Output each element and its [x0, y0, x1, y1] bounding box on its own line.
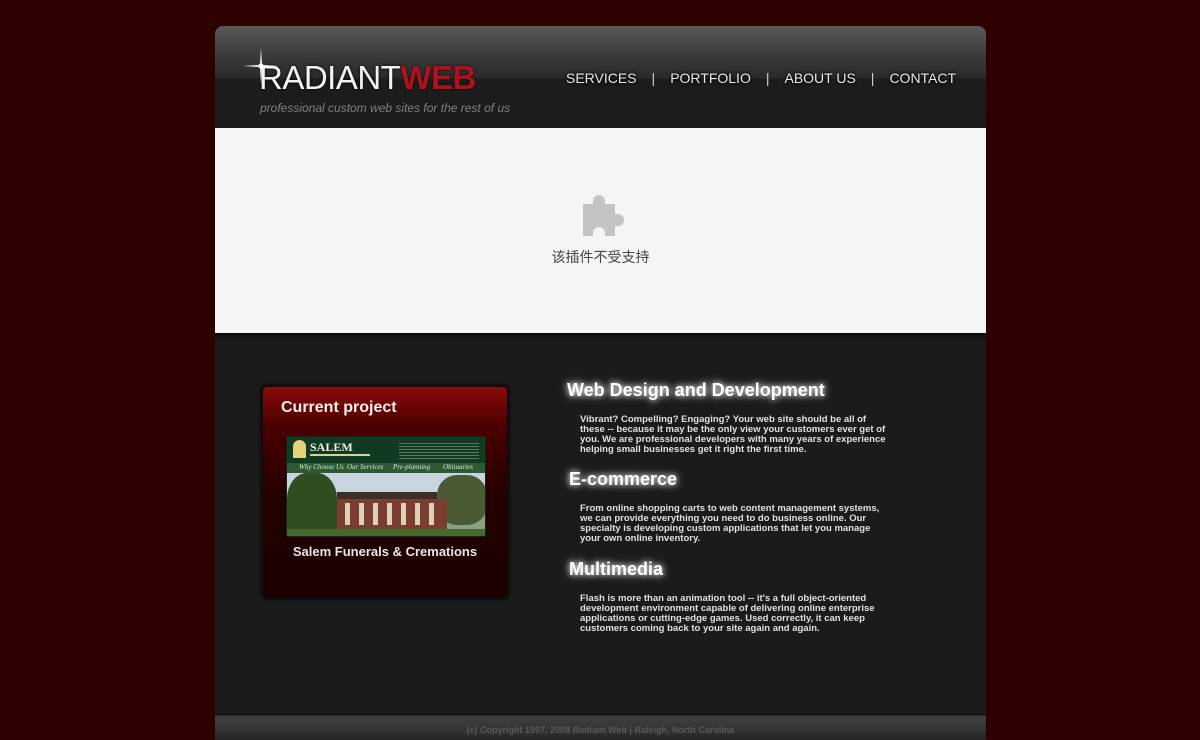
nav-about-us[interactable]: ABOUT US [784, 70, 855, 86]
thumb-subline [310, 454, 370, 456]
section-title-web-design: Web Design and Development [567, 380, 825, 400]
thumb-site-name: SALEM [310, 440, 353, 454]
copyright-text: (c) Copyright 1997, 2008 Radiant Web | R… [466, 725, 735, 735]
thumb-menu: Why Choose Us Our Services Pre-planning … [287, 463, 485, 473]
thumb-menu-item: Pre-planning [393, 463, 431, 471]
sparkle-icon [243, 48, 279, 84]
project-caption-link[interactable]: Salem Funerals & Cremations [263, 544, 507, 559]
logo-web: WEB [400, 59, 476, 96]
thumb-menu-item: Why Choose Us [299, 463, 344, 471]
section-body-ecommerce: From online shopping carts to web conten… [580, 503, 880, 544]
nav-portfolio[interactable]: PORTFOLIO [670, 70, 751, 86]
nav-separator: | [651, 70, 656, 86]
nav-services[interactable]: SERVICES [566, 70, 637, 86]
unsupported-plugin-area: 该插件不受支持 [215, 128, 986, 333]
logo-text: RADIANTWEB [259, 60, 476, 96]
current-project-panel: Current project SALEM Why Choose Us Our … [261, 385, 509, 599]
section-title-ecommerce: E-commerce [569, 469, 678, 489]
section-title-multimedia: Multimedia [569, 559, 664, 579]
tagline: professional custom web sites for the re… [260, 101, 511, 115]
thumb-menu-item: Obituaries [443, 463, 473, 471]
thumb-menu-item: Our Services [347, 463, 384, 471]
page-wrapper: RADIANTWEB professional custom web sites… [215, 26, 986, 740]
main-content: Current project SALEM Why Choose Us Our … [215, 333, 986, 714]
plugin-unsupported-message: 该插件不受支持 [551, 250, 650, 266]
current-project-title: Current project [281, 399, 397, 416]
thumb-address-lines [399, 441, 479, 459]
main-nav: SERVICES | PORTFOLIO | ABOUT US | CONTAC… [566, 70, 956, 86]
project-thumbnail[interactable]: SALEM Why Choose Us Our Services Pre-pla… [286, 436, 486, 537]
thumb-tree [287, 473, 337, 536]
thumb-windows [331, 503, 443, 525]
site-logo[interactable]: RADIANTWEB [243, 48, 476, 100]
nav-separator: | [765, 70, 770, 86]
nav-contact[interactable]: CONTACT [889, 70, 956, 86]
thumb-lawn [287, 529, 485, 536]
section-body-multimedia: Flash is more than an animation tool -- … [580, 593, 875, 634]
puzzle-piece-icon [583, 195, 624, 236]
thumb-logo-arch [293, 440, 306, 458]
site-header: RADIANTWEB professional custom web sites… [215, 26, 986, 128]
nav-separator: | [870, 70, 875, 86]
site-footer: (c) Copyright 1997, 2008 Radiant Web | R… [215, 714, 986, 740]
section-body-web-design: Vibrant? Compelling? Engaging? Your web … [580, 414, 886, 455]
